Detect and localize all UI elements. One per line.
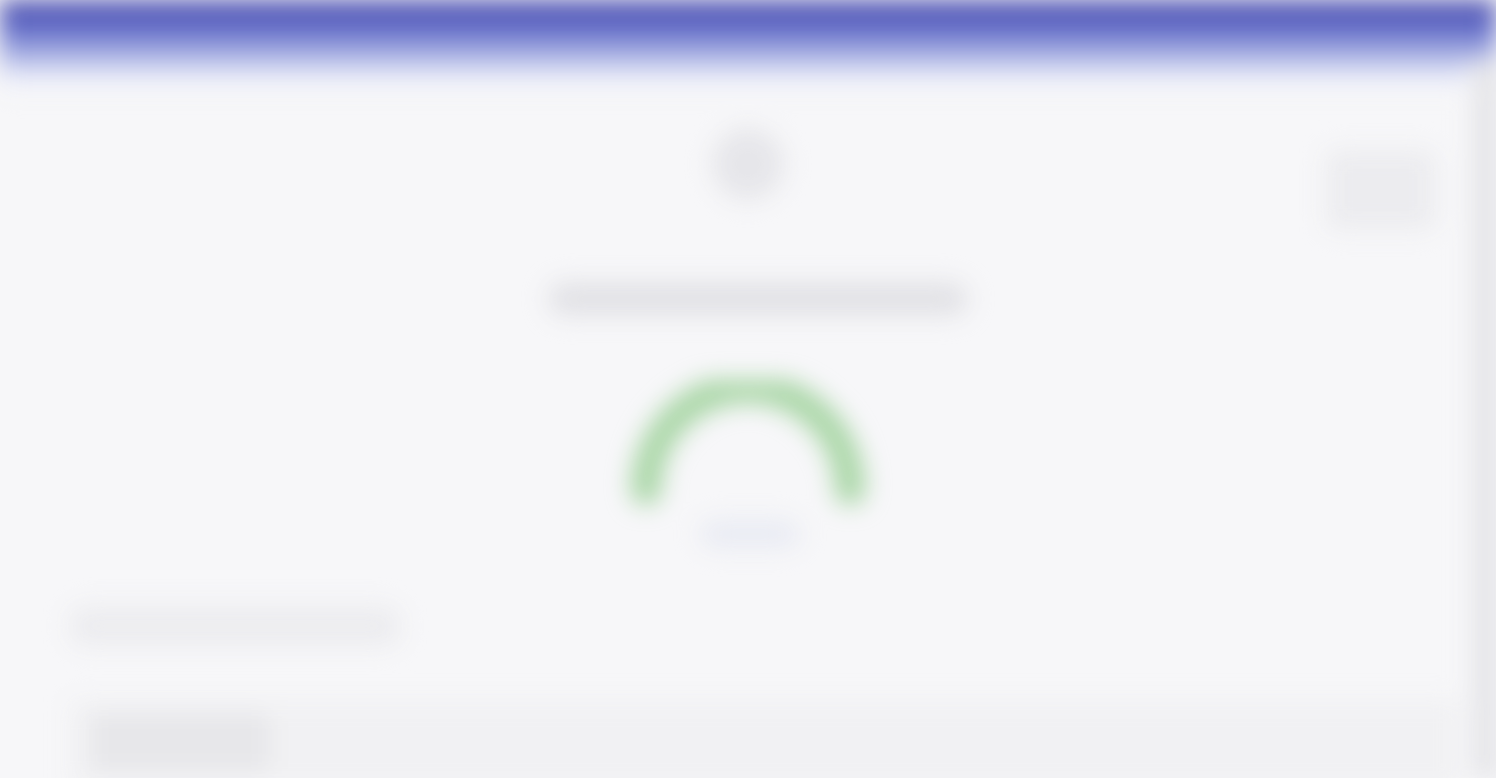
bottom-panel — [70, 700, 1460, 778]
header-bar — [0, 0, 1496, 92]
gauge-arc — [631, 380, 865, 505]
scrollbar[interactable] — [1468, 60, 1496, 778]
top-right-card[interactable] — [1326, 150, 1436, 230]
blurred-content — [0, 0, 1496, 778]
page-title — [548, 282, 968, 316]
profile-icon — [712, 128, 784, 200]
gauge-label — [700, 520, 800, 548]
bottom-panel-item[interactable] — [90, 712, 270, 772]
section-heading — [70, 606, 400, 646]
gauge-chart — [631, 380, 865, 505]
app-window — [0, 0, 1496, 778]
